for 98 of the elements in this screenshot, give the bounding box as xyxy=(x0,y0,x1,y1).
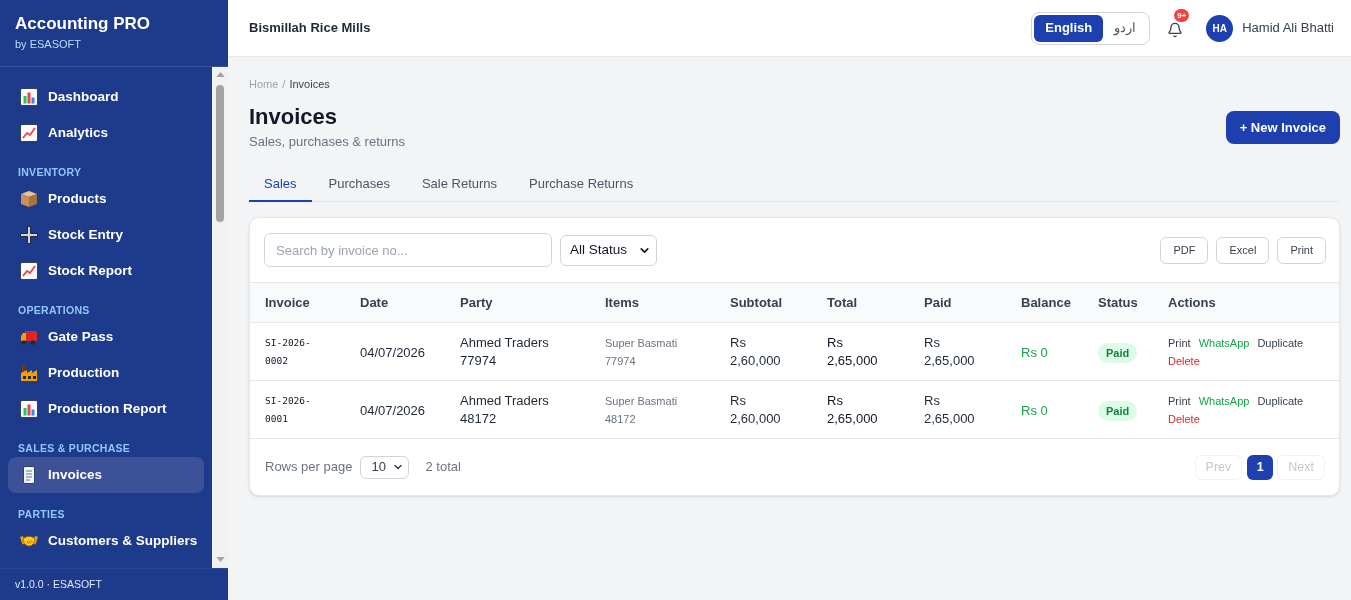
notification-badge: 9+ xyxy=(1174,9,1190,22)
nav-section-heading: OPERATIONS xyxy=(18,305,91,315)
nav-section-heading: PARTIES xyxy=(18,509,66,519)
nav-label: Production Report xyxy=(48,399,167,418)
status-badge: Paid xyxy=(1098,400,1138,421)
action-link[interactable]: Duplicate xyxy=(1257,393,1304,408)
column-header: Status xyxy=(1098,293,1139,312)
page-title: Invoices xyxy=(249,103,339,131)
subtotal-amount: Rs 2,60,000 xyxy=(730,333,782,370)
new-invoice-button[interactable]: + New Invoice xyxy=(1225,111,1340,144)
action-link[interactable]: Delete xyxy=(1168,411,1200,426)
truck-icon xyxy=(20,328,38,346)
nav-item[interactable]: Analytics xyxy=(8,115,204,151)
party-name: Ahmed Traders 48172 xyxy=(460,391,550,428)
language-option[interactable]: English xyxy=(1034,14,1104,42)
bar-chart-icon xyxy=(20,400,38,418)
nav-item[interactable]: Products xyxy=(8,181,204,217)
column-header: Subtotal xyxy=(730,293,783,312)
total-amount: Rs 2,65,000 xyxy=(827,391,879,428)
caret-down-icon[interactable] xyxy=(215,557,225,562)
user-name: Hamid Ali Bhatti xyxy=(1242,19,1334,38)
rows-per-page-select[interactable]: 10 xyxy=(360,455,410,479)
user-avatar[interactable]: HA xyxy=(1206,14,1234,42)
action-link[interactable]: Print xyxy=(1168,335,1191,350)
nav-item[interactable]: Invoices xyxy=(8,457,204,493)
bell-icon xyxy=(1167,22,1184,38)
action-link[interactable]: Delete xyxy=(1168,353,1200,368)
caret-up-icon[interactable] xyxy=(215,72,225,77)
tab[interactable]: Sales xyxy=(249,168,312,202)
nav-item[interactable]: Customers & Suppliers xyxy=(8,523,204,559)
total-amount: Rs 2,65,000 xyxy=(827,333,879,370)
nav-label: Dashboard xyxy=(48,87,119,106)
company-name: Bismillah Rice Mills xyxy=(249,19,371,38)
item-name: Super Basmati 48172 xyxy=(605,393,679,427)
bar-chart-icon xyxy=(20,88,38,106)
plus-icon xyxy=(20,226,38,244)
column-header: Items xyxy=(605,293,640,312)
paid-amount: Rs 2,65,000 xyxy=(924,391,976,428)
app-title: Accounting PRO xyxy=(15,13,152,35)
invoice-date: 04/07/2026 xyxy=(360,402,426,418)
subtotal-amount: Rs 2,60,000 xyxy=(730,391,782,428)
tab[interactable]: Sale Returns xyxy=(406,168,513,202)
column-header: Paid xyxy=(924,293,953,312)
search-field[interactable]: Search by invoice no... xyxy=(264,233,552,267)
column-header: Actions xyxy=(1168,293,1217,312)
rows-per-page-label: Rows per page xyxy=(265,458,353,477)
page-subtitle: Sales, purchases & returns xyxy=(249,133,406,151)
app-subtitle: by ESASOFT xyxy=(15,37,83,51)
nav-section-heading: INVENTORY xyxy=(18,167,83,177)
nav-item[interactable]: Production xyxy=(8,355,204,391)
nav-label: Gate Pass xyxy=(48,327,114,346)
breadcrumb-current: Invoices xyxy=(289,77,330,91)
pdf-button[interactable]: PDF xyxy=(1160,236,1209,264)
nav-item[interactable]: Dashboard xyxy=(8,79,204,115)
column-header: Balance xyxy=(1021,293,1072,312)
trend-chart-icon xyxy=(20,124,38,142)
status-badge: Paid xyxy=(1098,342,1138,363)
nav-label: Stock Entry xyxy=(48,225,124,244)
balance-amount: Rs 0 xyxy=(1021,344,1048,360)
document-icon xyxy=(20,466,38,484)
nav-label: Stock Report xyxy=(48,261,132,280)
trend-chart-icon xyxy=(20,262,38,280)
party-name: Ahmed Traders 77974 xyxy=(460,333,550,370)
nav-item[interactable]: Stock Report xyxy=(8,253,204,289)
invoice-number: SI-2026-0001 xyxy=(265,393,312,426)
column-header: Party xyxy=(460,293,494,312)
column-header: Invoice xyxy=(265,293,311,312)
status-select[interactable]: All Status xyxy=(560,234,657,266)
action-link[interactable]: Duplicate xyxy=(1257,335,1304,350)
balance-amount: Rs 0 xyxy=(1021,402,1048,418)
nav-item[interactable]: Gate Pass xyxy=(8,319,204,355)
nav-label: Analytics xyxy=(48,123,109,142)
factory-icon xyxy=(20,364,38,382)
print-button[interactable]: Print xyxy=(1277,236,1326,264)
breadcrumb-separator: / xyxy=(282,77,286,91)
nav-item[interactable]: Stock Entry xyxy=(8,217,204,253)
tab[interactable]: Purchases xyxy=(313,168,405,202)
excel-button[interactable]: Excel xyxy=(1216,236,1270,264)
scrollbar[interactable] xyxy=(212,67,228,568)
nav-section-heading: SALES & PURCHASE xyxy=(18,443,132,453)
tab[interactable]: Purchase Returns xyxy=(514,168,649,202)
nav-label: Invoices xyxy=(48,465,103,484)
page-button[interactable]: 1 xyxy=(1247,454,1274,480)
paid-amount: Rs 2,65,000 xyxy=(924,333,976,370)
scrollbar-thumb[interactable] xyxy=(216,85,224,222)
nav-label: Customers & Suppliers xyxy=(48,531,198,550)
nav-label: Production xyxy=(48,363,120,382)
nav-label: Products xyxy=(48,189,107,208)
package-icon xyxy=(20,190,38,208)
nav-item[interactable]: Production Report xyxy=(8,391,204,427)
total-count: 2 total xyxy=(425,458,461,477)
invoice-number: SI-2026-0002 xyxy=(265,335,312,368)
item-name: Super Basmati 77974 xyxy=(605,335,679,369)
column-header: Date xyxy=(360,293,390,312)
invoice-date: 04/07/2026 xyxy=(360,344,426,360)
version-label: v1.0.0 · ESASOFT xyxy=(15,576,102,592)
column-header: Total xyxy=(827,293,859,312)
action-link[interactable]: Print xyxy=(1168,393,1191,408)
